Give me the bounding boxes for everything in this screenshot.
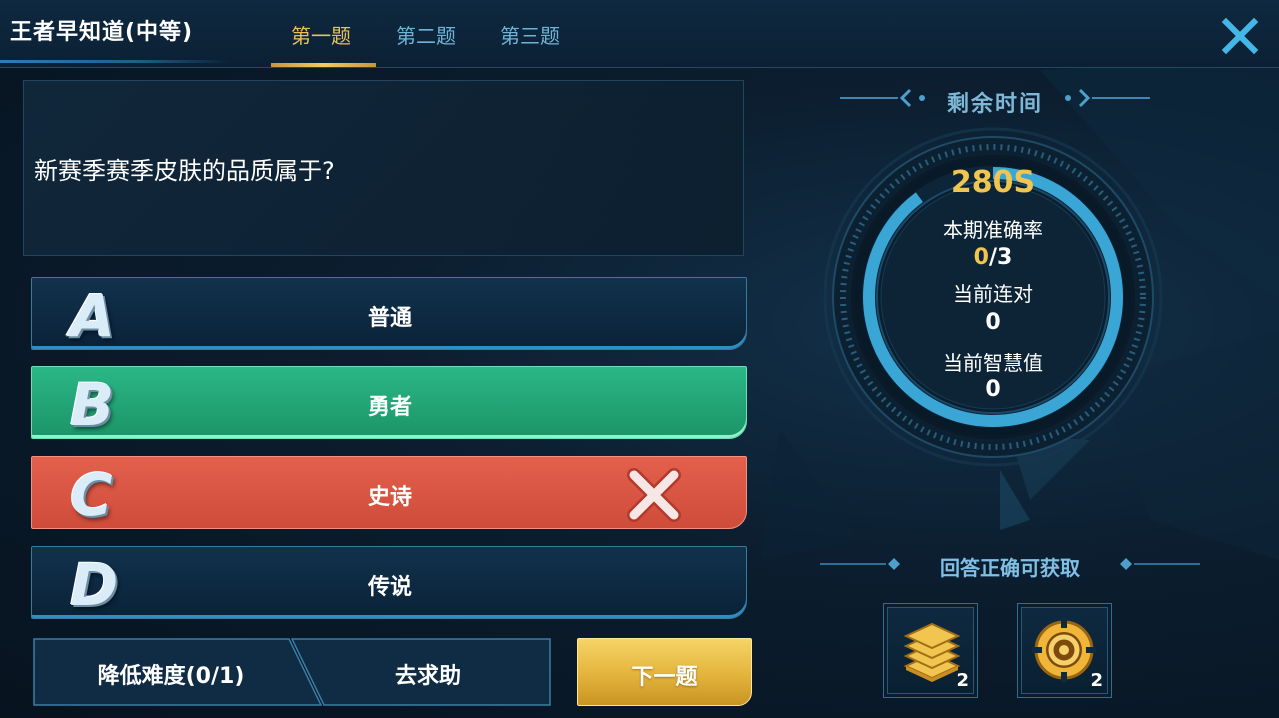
- accuracy-total: /3: [988, 245, 1013, 270]
- close-button[interactable]: [1218, 14, 1262, 58]
- reward-count: 2: [1090, 670, 1103, 691]
- ask-help-button[interactable]: 去求助: [291, 638, 551, 706]
- question-panel: 新赛季赛季皮肤的品质属于?: [23, 80, 744, 256]
- question-text: 新赛季赛季皮肤的品质属于?: [34, 157, 335, 185]
- option-b-button[interactable]: B 勇者: [31, 366, 747, 439]
- reward-title: 回答正确可获取: [940, 556, 1080, 580]
- streak-label: 当前连对: [953, 282, 1033, 306]
- accuracy-label: 本期准确率: [943, 218, 1043, 242]
- option-label: 普通: [367, 306, 412, 331]
- option-a-button[interactable]: A 普通: [31, 277, 747, 350]
- wisdom-label: 当前智慧值: [943, 351, 1043, 375]
- reward-item-coins[interactable]: 2: [883, 603, 978, 698]
- accuracy-value: 0/3: [818, 245, 1168, 270]
- timer-title: 剩余时间: [946, 92, 1043, 117]
- next-question-label: 下一题: [631, 665, 698, 690]
- reward-item-token[interactable]: 2: [1017, 603, 1112, 698]
- title-underline: [0, 60, 230, 63]
- streak-value: 0: [985, 310, 1001, 335]
- option-d-button[interactable]: D 传说: [31, 546, 747, 619]
- quiz-title: 王者早知道(中等): [10, 20, 194, 45]
- reward-count: 2: [956, 670, 969, 691]
- lower-difficulty-button[interactable]: 降低难度(0/1): [33, 638, 323, 706]
- active-tab-indicator: [271, 63, 376, 67]
- accuracy-correct-count: 0: [973, 245, 989, 270]
- tab-question-1[interactable]: 第一题: [291, 20, 351, 49]
- tab-question-3[interactable]: 第三题: [500, 20, 560, 49]
- timer-ring: 280S 本期准确率 0/3 当前连对 0 当前智慧值 0: [818, 115, 1168, 495]
- timer-header: 剩余时间: [840, 0, 1150, 130]
- tab-question-2[interactable]: 第二题: [396, 20, 456, 49]
- option-c-button[interactable]: C 史诗: [31, 456, 747, 529]
- option-label: 传说: [367, 575, 412, 600]
- wrong-answer-x-icon: [627, 468, 681, 522]
- ask-help-label: 去求助: [394, 664, 461, 689]
- close-x-icon: [1221, 17, 1259, 55]
- option-label: 勇者: [367, 395, 412, 420]
- next-question-button[interactable]: 下一题: [577, 638, 752, 706]
- wisdom-value: 0: [985, 377, 1001, 402]
- remaining-time-value: 280S: [950, 165, 1036, 200]
- lower-difficulty-label: 降低难度(0/1): [97, 664, 245, 689]
